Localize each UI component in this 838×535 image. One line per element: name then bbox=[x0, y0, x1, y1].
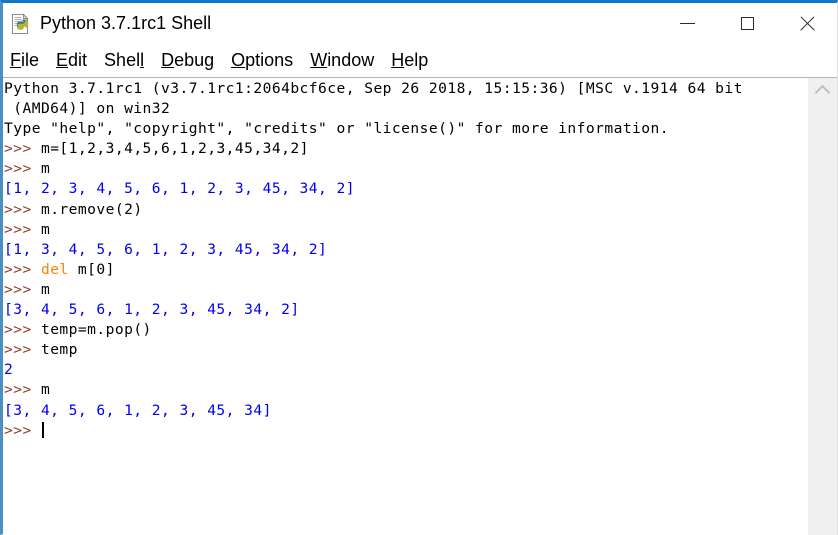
minimize-button[interactable] bbox=[657, 3, 717, 44]
console-span-normal: m bbox=[40, 220, 51, 238]
python-file-icon bbox=[10, 12, 32, 35]
console-line: (AMD64)] on win32 bbox=[4, 99, 807, 119]
console-line: [1, 2, 3, 4, 5, 6, 1, 2, 3, 45, 34, 2] bbox=[4, 179, 807, 199]
console-span-stdout: [1, 3, 4, 5, 6, 1, 2, 3, 45, 34, 2] bbox=[4, 240, 328, 258]
console-span-normal: m[0] bbox=[68, 260, 115, 278]
console-line: >>> m bbox=[4, 220, 807, 240]
console-span-normal: temp=m.pop() bbox=[40, 321, 152, 339]
close-button[interactable] bbox=[777, 3, 837, 44]
console-span-normal: m bbox=[40, 381, 51, 399]
chevron-up-icon bbox=[814, 84, 831, 100]
menu-item-shell[interactable]: Shell bbox=[104, 50, 144, 71]
menu-accel-edit: E bbox=[56, 50, 69, 70]
menu-item-options[interactable]: Options bbox=[231, 50, 293, 71]
console-line: >>> del m[0] bbox=[4, 260, 807, 280]
console-span-prompt: >>> bbox=[4, 321, 41, 339]
console-span-normal: m.remove(2) bbox=[40, 200, 143, 218]
menu-accel-window: W bbox=[310, 50, 328, 70]
menu-accel-help: H bbox=[391, 50, 405, 70]
console-line: Type "help", "copyright", "credits" or "… bbox=[4, 119, 807, 139]
console-line: >>> m=[1,2,3,4,5,6,1,2,3,45,34,2] bbox=[4, 139, 807, 159]
console-span-normal: temp bbox=[40, 341, 78, 359]
console-span-prompt: >>> bbox=[4, 260, 41, 278]
console-line: >>> m bbox=[4, 280, 807, 300]
console-span-normal: Type "help", "copyright", "credits" or "… bbox=[4, 120, 670, 138]
menu-item-window[interactable]: Window bbox=[310, 50, 374, 71]
console-span-stdout: 2 bbox=[4, 361, 14, 379]
console-span-normal: m bbox=[40, 160, 51, 178]
maximize-button[interactable] bbox=[717, 3, 777, 44]
console-span-prompt: >>> bbox=[4, 200, 41, 218]
title-bar: Python 3.7.1rc1 Shell bbox=[3, 3, 837, 44]
window-title: Python 3.7.1rc1 Shell bbox=[40, 13, 212, 33]
console-line: >>> bbox=[4, 421, 807, 441]
console-span-prompt: >>> bbox=[4, 140, 41, 158]
window-controls bbox=[657, 3, 837, 44]
menu-item-help[interactable]: Help bbox=[391, 50, 428, 71]
console-span-stdout: [3, 4, 5, 6, 1, 2, 3, 45, 34] bbox=[4, 401, 272, 419]
menu-accel-debug: D bbox=[161, 50, 175, 70]
shell-output-text[interactable]: Python 3.7.1rc1 (v3.7.1rc1:2064bcf6ce, S… bbox=[3, 78, 807, 535]
vertical-scrollbar[interactable] bbox=[807, 78, 837, 535]
shell-body: Python 3.7.1rc1 (v3.7.1rc1:2064bcf6ce, S… bbox=[3, 77, 837, 535]
minimize-icon bbox=[679, 23, 695, 24]
menu-bar: File Edit Shell Debug Options Window Help bbox=[3, 44, 837, 77]
console-span-keyword: del bbox=[40, 260, 69, 278]
console-line: Python 3.7.1rc1 (v3.7.1rc1:2064bcf6ce, S… bbox=[4, 79, 807, 99]
console-span-prompt: >>> bbox=[4, 421, 41, 439]
console-line: [3, 4, 5, 6, 1, 2, 3, 45, 34] bbox=[4, 401, 807, 421]
menu-accel-shell: l bbox=[140, 50, 145, 70]
console-span-prompt: >>> bbox=[4, 341, 41, 359]
text-cursor bbox=[41, 421, 44, 438]
console-span-prompt: >>> bbox=[4, 160, 41, 178]
python-shell-window: Python 3.7.1rc1 Shell File Edit Shell Debug… bbox=[0, 0, 838, 535]
menu-accel-options: O bbox=[231, 50, 246, 70]
scroll-up-button[interactable] bbox=[808, 78, 837, 102]
console-line: [1, 3, 4, 5, 6, 1, 2, 3, 45, 34, 2] bbox=[4, 240, 807, 260]
console-span-stdout: [3, 4, 5, 6, 1, 2, 3, 45, 34, 2] bbox=[4, 301, 300, 319]
console-line: 2 bbox=[4, 360, 807, 380]
console-span-prompt: >>> bbox=[4, 220, 41, 238]
menu-accel-file: F bbox=[10, 50, 21, 70]
console-span-normal: (AMD64)] on win32 bbox=[4, 100, 171, 118]
console-line: >>> m.remove(2) bbox=[4, 200, 807, 220]
menu-item-debug[interactable]: Debug bbox=[161, 50, 214, 71]
console-span-normal: m=[1,2,3,4,5,6,1,2,3,45,34,2] bbox=[40, 140, 309, 158]
close-icon bbox=[799, 15, 816, 32]
menu-item-file[interactable]: File bbox=[10, 50, 39, 71]
console-span-normal: Python 3.7.1rc1 (v3.7.1rc1:2064bcf6ce, S… bbox=[4, 80, 743, 97]
console-line: >>> m bbox=[4, 159, 807, 179]
console-line: >>> m bbox=[4, 380, 807, 400]
console-line: >>> temp bbox=[4, 340, 807, 360]
menu-item-edit[interactable]: Edit bbox=[56, 50, 87, 71]
console-line: >>> temp=m.pop() bbox=[4, 320, 807, 340]
console-span-prompt: >>> bbox=[4, 381, 41, 399]
maximize-icon bbox=[740, 17, 754, 30]
console-span-normal: m bbox=[40, 280, 51, 298]
console-span-prompt: >>> bbox=[4, 280, 41, 298]
scrollbar-track[interactable] bbox=[808, 102, 837, 535]
console-span-stdout: [1, 2, 3, 4, 5, 6, 1, 2, 3, 45, 34, 2] bbox=[4, 180, 355, 198]
console-line: [3, 4, 5, 6, 1, 2, 3, 45, 34, 2] bbox=[4, 300, 807, 320]
